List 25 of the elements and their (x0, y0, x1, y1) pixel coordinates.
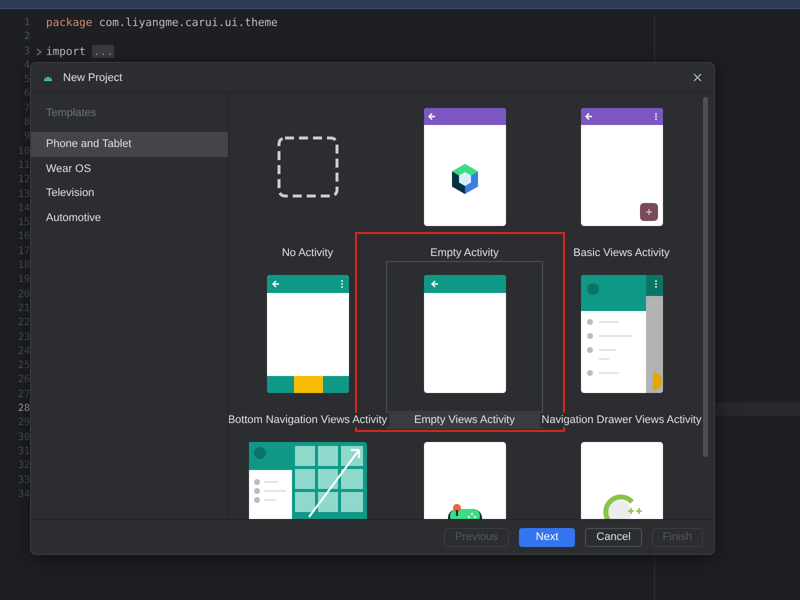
template-tile[interactable]: Empty Activity (386, 94, 543, 261)
sidebar-item[interactable]: Television (31, 181, 228, 206)
android-icon (43, 74, 53, 81)
template-label: Bottom Navigation Views Activity (229, 413, 390, 427)
line-number: 28 (18, 402, 30, 416)
code-line: import ... (46, 44, 114, 59)
template-label: Basic Views Activity (571, 246, 672, 260)
template-tile[interactable]: Empty Views Activity (386, 261, 543, 428)
dashed-square-icon (276, 135, 340, 199)
template-label: Empty Activity (428, 246, 501, 260)
code-line: package com.liyangme.carui.ui.theme (46, 16, 278, 30)
dialog-button[interactable]: Next (518, 528, 576, 546)
dialog-title: New Project (63, 72, 124, 84)
template-label: Empty Views Activity (412, 413, 517, 427)
close-icon[interactable] (691, 71, 704, 84)
sidebar-item[interactable]: Phone and Tablet (31, 132, 228, 156)
template-label: Navigation Drawer Views Activity (540, 413, 704, 427)
scrollbar[interactable] (703, 97, 708, 457)
sidebar-item[interactable]: Wear OS (31, 156, 228, 181)
sidebar-header: Templates (45, 107, 98, 121)
template-label: No Activity (280, 246, 336, 260)
template-tile[interactable]: Basic Views Activity (543, 94, 700, 261)
sidebar-item[interactable]: Automotive (31, 206, 228, 230)
dialog-button[interactable]: Cancel (585, 528, 642, 546)
template-tile[interactable]: No Activity (229, 94, 386, 261)
